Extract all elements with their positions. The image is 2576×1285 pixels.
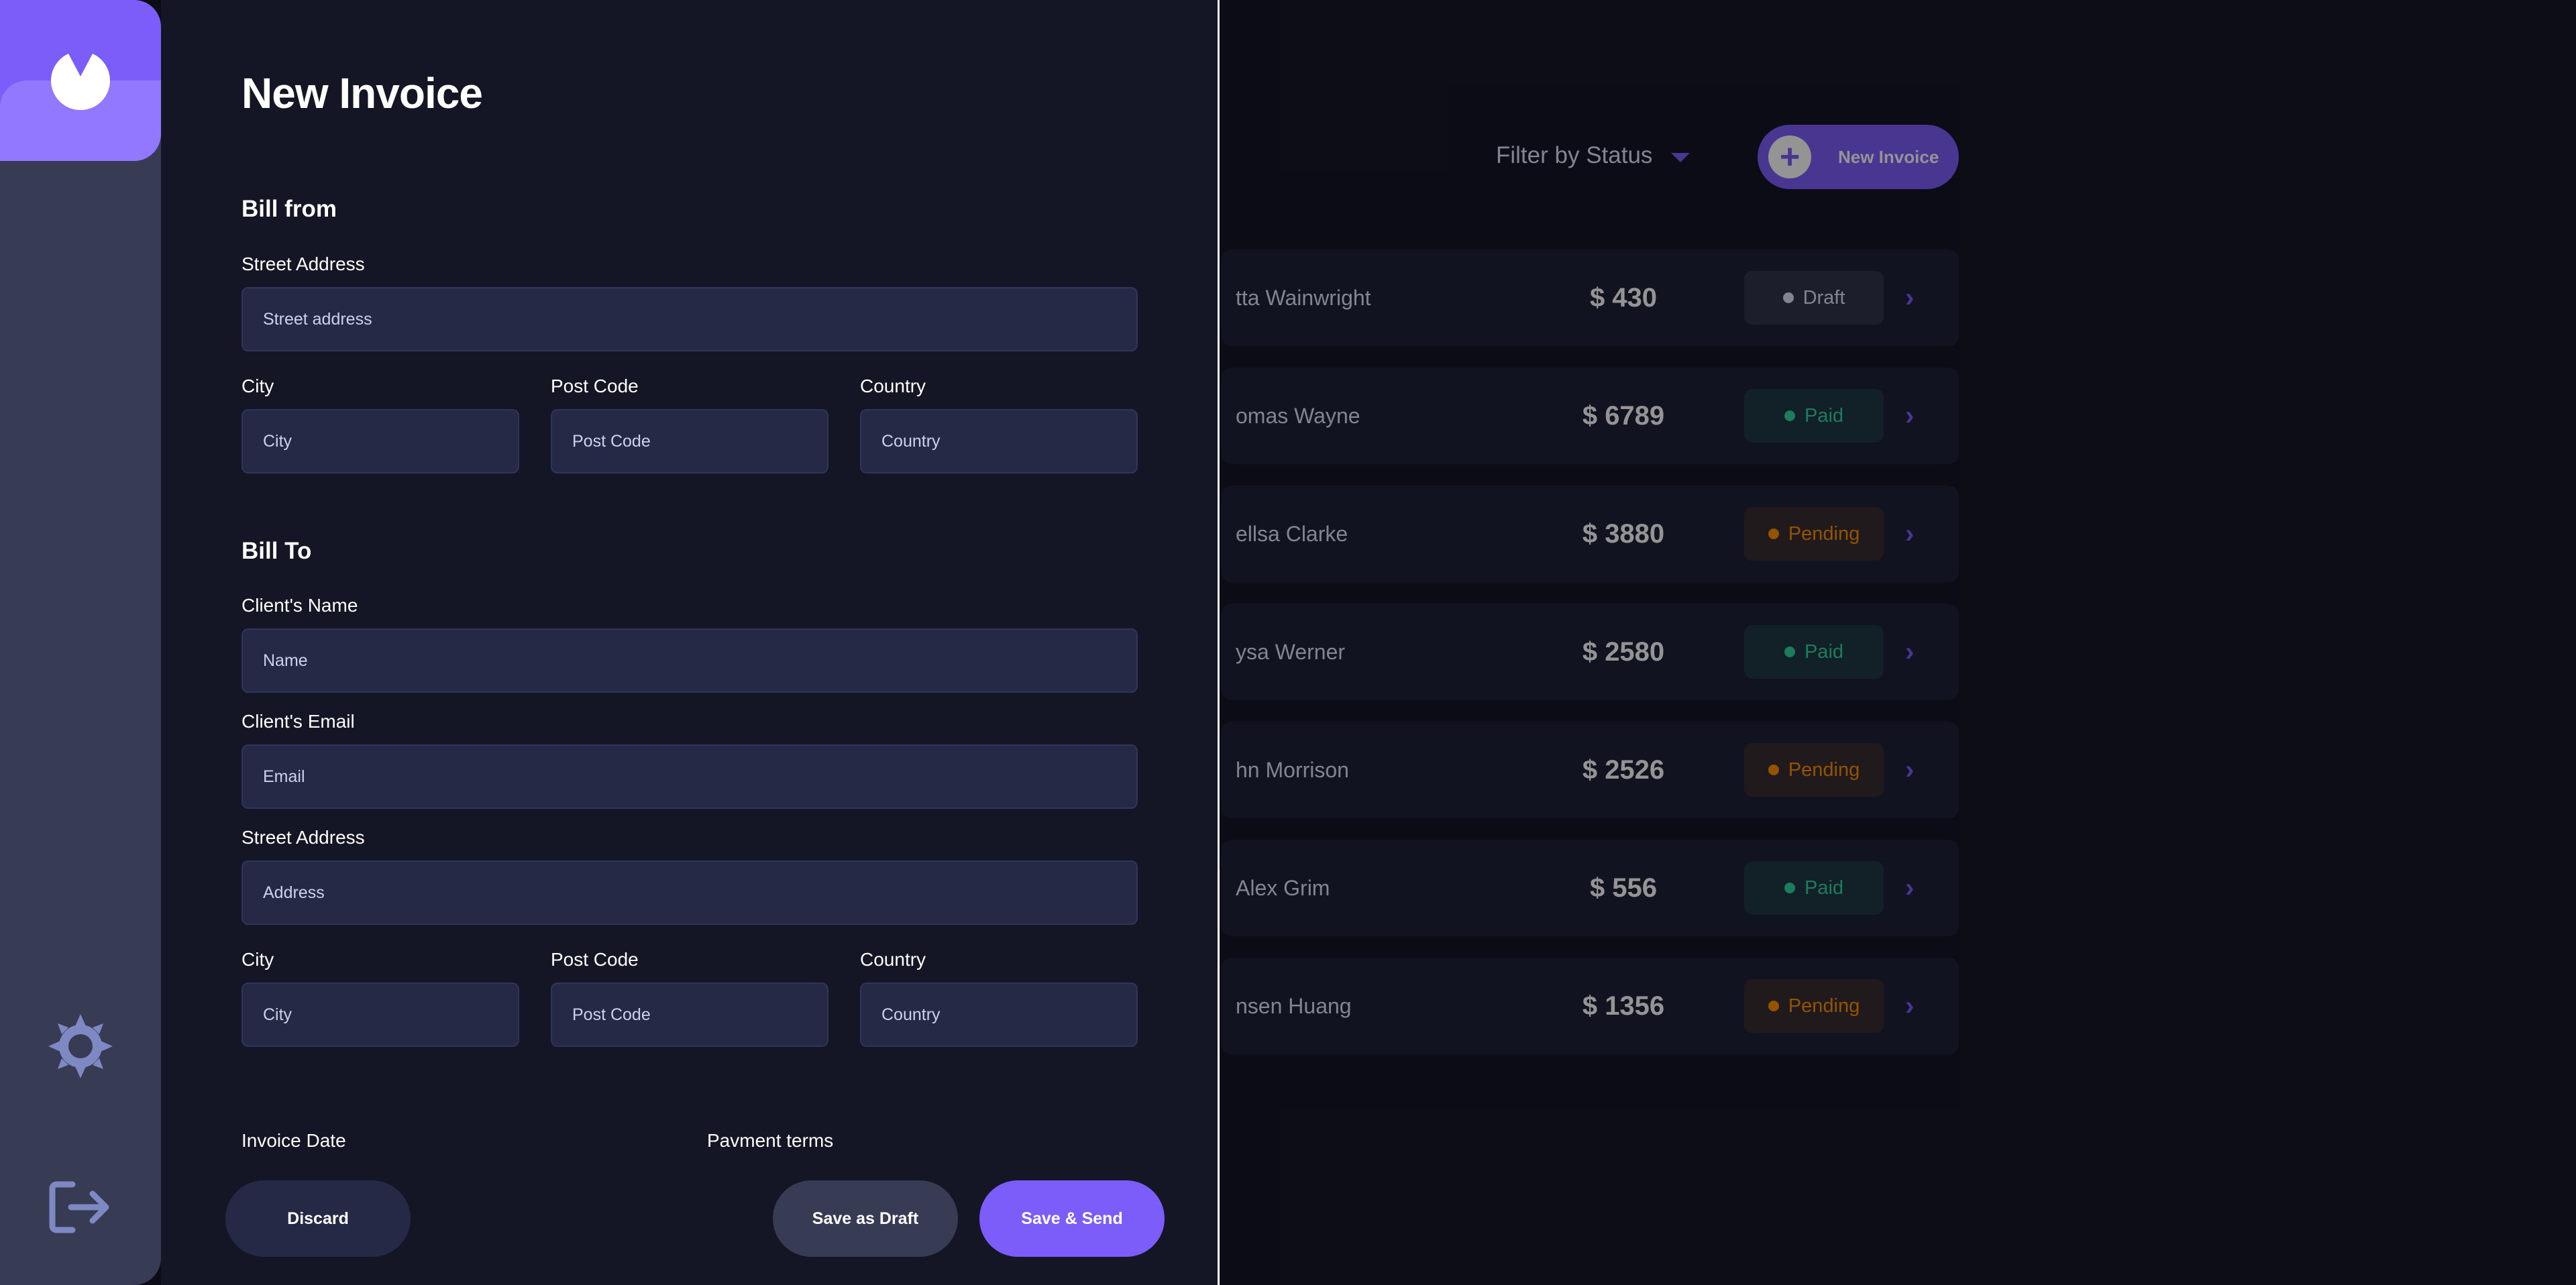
to-city-label: City [241, 949, 274, 970]
sun-icon[interactable] [47, 1013, 114, 1080]
to-street-input[interactable] [241, 860, 1138, 925]
payment-terms-label: Pavment terms [707, 1130, 834, 1151]
logo[interactable] [0, 0, 161, 161]
scrollbar-thumb[interactable] [1218, 0, 1220, 872]
to-country-input[interactable] [860, 983, 1138, 1047]
bill-to-heading: Bill To [241, 538, 312, 564]
logout-icon[interactable] [48, 1179, 113, 1235]
invoice-date-label: Invoice Date [241, 1130, 346, 1151]
from-postcode-input[interactable] [551, 409, 828, 473]
client-email-label: Client's Email [241, 711, 355, 732]
client-name-input[interactable] [241, 628, 1138, 693]
discard-button[interactable]: Discard [225, 1180, 411, 1257]
logo-icon [51, 54, 110, 111]
form-title: New Invoice [241, 69, 483, 117]
from-street-label: Street Address [241, 254, 365, 274]
to-postcode-label: Post Code [551, 949, 639, 970]
from-country-label: Country [860, 376, 926, 396]
from-street-input[interactable] [241, 287, 1138, 351]
client-email-input[interactable] [241, 744, 1138, 809]
from-country-input[interactable] [860, 409, 1138, 473]
from-city-input[interactable] [241, 409, 519, 473]
from-postcode-label: Post Code [551, 376, 639, 396]
to-street-label: Street Address [241, 827, 365, 848]
to-postcode-input[interactable] [551, 983, 828, 1047]
to-country-label: Country [860, 949, 926, 970]
from-city-label: City [241, 376, 274, 396]
sidebar [0, 0, 161, 1285]
bill-from-heading: Bill from [241, 196, 337, 222]
to-city-input[interactable] [241, 983, 519, 1047]
save-as-draft-button[interactable]: Save as Draft [773, 1180, 958, 1257]
client-name-label: Client's Name [241, 595, 358, 616]
save-and-send-button[interactable]: Save & Send [979, 1180, 1165, 1257]
